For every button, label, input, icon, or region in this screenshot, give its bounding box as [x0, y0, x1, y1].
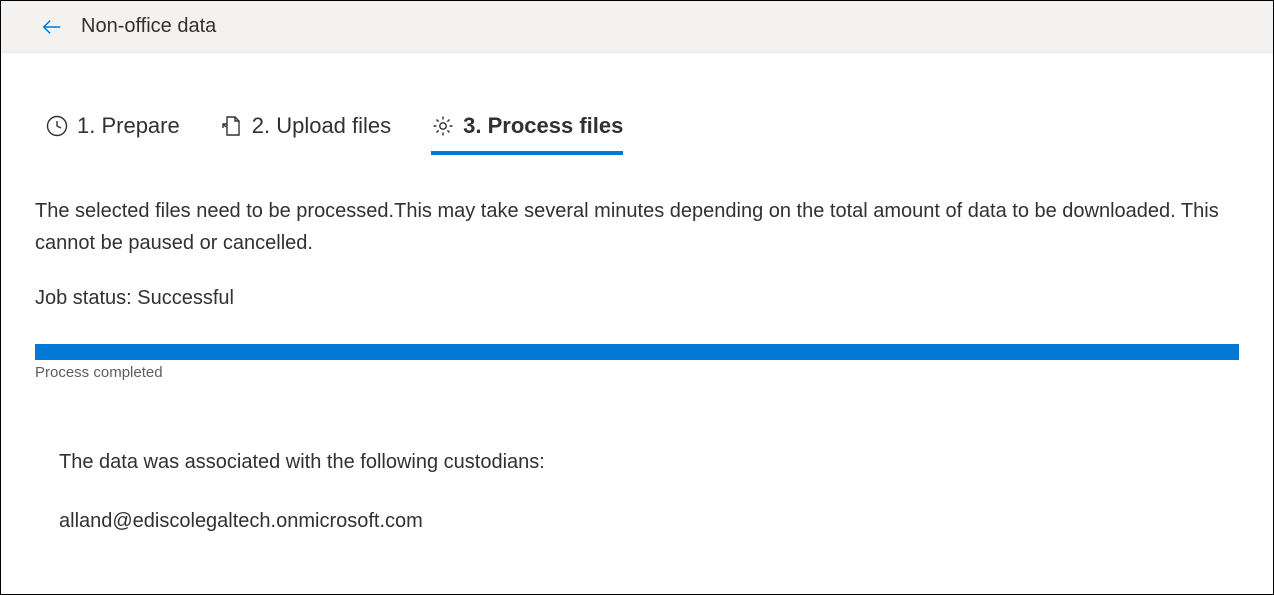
tab-process-files[interactable]: 3. Process files — [431, 113, 623, 155]
tab-label: 3. Process files — [463, 113, 623, 139]
tab-label: 1. Prepare — [77, 113, 180, 139]
progress-label: Process completed — [35, 364, 1239, 381]
main-content: 1. Prepare 2. Upload files 3. Proces — [1, 53, 1273, 533]
job-status: Job status: Successful — [35, 287, 1239, 310]
file-upload-icon — [220, 114, 244, 138]
custodian-email: alland@ediscolegaltech.onmicrosoft.com — [59, 510, 1239, 533]
tab-label: 2. Upload files — [252, 113, 391, 139]
tab-upload-files[interactable]: 2. Upload files — [220, 113, 391, 155]
back-arrow-icon[interactable] — [41, 16, 63, 38]
process-description: The selected files need to be processed.… — [35, 195, 1235, 259]
wizard-tabs: 1. Prepare 2. Upload files 3. Proces — [45, 113, 1239, 155]
job-status-value: Successful — [137, 287, 234, 309]
job-status-label: Job status: — [35, 287, 137, 309]
clock-icon — [45, 114, 69, 138]
progress-section: Process completed — [35, 344, 1239, 381]
page-header: Non-office data — [1, 1, 1273, 53]
page-title: Non-office data — [81, 15, 216, 38]
gear-icon — [431, 114, 455, 138]
custodians-intro: The data was associated with the followi… — [59, 451, 1239, 474]
progress-bar — [35, 344, 1239, 360]
tab-prepare[interactable]: 1. Prepare — [45, 113, 180, 155]
